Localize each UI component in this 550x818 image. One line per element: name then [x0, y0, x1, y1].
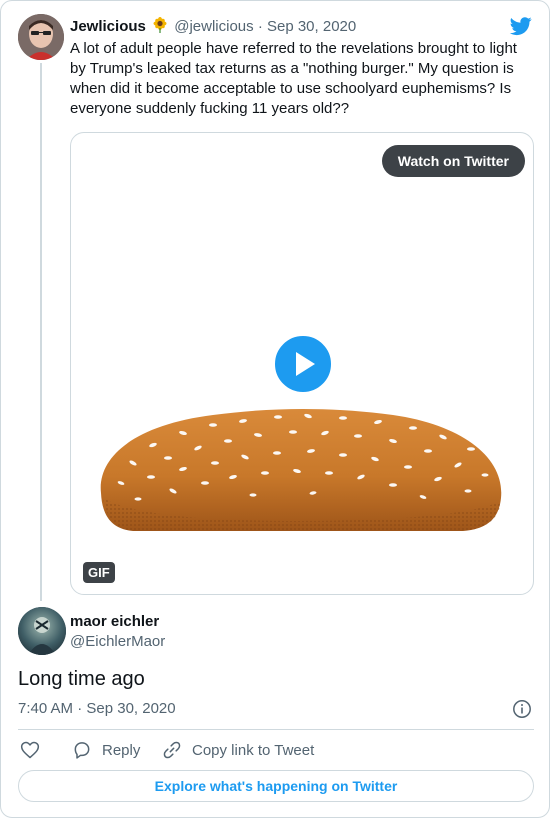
copy-link-label: Copy link to Tweet — [192, 741, 315, 759]
copy-link-button[interactable]: Copy link to Tweet — [162, 739, 314, 761]
author-handle[interactable]: @jewlicious — [174, 18, 253, 35]
play-icon — [296, 352, 315, 376]
reply-timestamp[interactable]: 7:40 AM · Sep 30, 2020 — [18, 699, 176, 719]
sunflower-icon — [153, 17, 167, 33]
burger-bun-image — [100, 409, 502, 531]
heart-icon — [20, 741, 40, 759]
reply-avatar[interactable] — [18, 607, 66, 655]
like-button[interactable] — [20, 739, 50, 761]
gif-badge: GIF — [83, 562, 115, 583]
reply-author-name[interactable]: maor eichler — [70, 612, 159, 631]
author-name[interactable]: Jewlicious — [70, 18, 146, 35]
reply-button[interactable]: Reply — [72, 739, 140, 761]
twitter-bird-icon[interactable] — [509, 15, 533, 37]
thread-connector-line — [40, 63, 42, 601]
tweet-embed-card: Jewlicious @jewlicious · Sep 30, 2020 A … — [0, 0, 550, 818]
tweet-text: A lot of adult people have referred to t… — [70, 40, 517, 117]
gif-media[interactable]: Watch on Twitter GIF — [70, 132, 534, 595]
info-icon[interactable] — [512, 699, 532, 719]
avatar-image — [18, 14, 64, 60]
reply-icon — [74, 742, 90, 759]
divider — [18, 729, 534, 730]
separator: · — [257, 18, 263, 35]
reply-text: Long time ago — [18, 668, 145, 690]
tweet-header: Jewlicious @jewlicious · Sep 30, 2020 — [70, 17, 356, 37]
avatar-image — [18, 607, 66, 655]
reply-author-handle[interactable]: @EichlerMaor — [70, 632, 165, 651]
link-icon — [163, 741, 181, 759]
watch-on-twitter-button[interactable]: Watch on Twitter — [381, 145, 525, 177]
explore-twitter-button[interactable]: Explore what's happening on Twitter — [18, 770, 534, 802]
avatar[interactable] — [18, 14, 64, 60]
tweet-date[interactable]: Sep 30, 2020 — [267, 18, 356, 35]
play-button[interactable] — [273, 334, 333, 394]
reply-label: Reply — [102, 741, 141, 759]
